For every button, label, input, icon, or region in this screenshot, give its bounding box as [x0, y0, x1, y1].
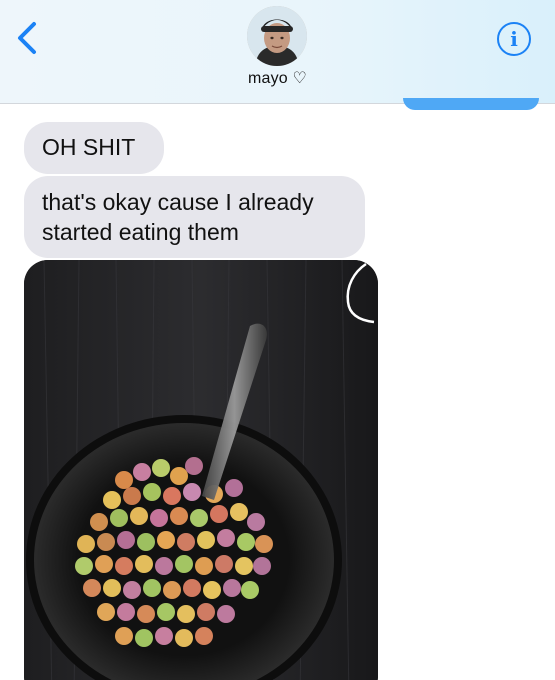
message-text: OH SHIT [42, 134, 136, 160]
incoming-message-bubble[interactable]: OH SHIT [24, 122, 164, 174]
contact-name[interactable]: mayo ♡ [0, 68, 555, 88]
info-icon: i [510, 27, 518, 51]
cereal-bowl-photo [24, 260, 378, 680]
imessage-screen: mayo ♡ i OH SHIT that's okay cause I alr… [0, 0, 555, 680]
contact-avatar[interactable] [247, 6, 307, 66]
conversation-header: mayo ♡ i [0, 0, 555, 104]
info-button[interactable]: i [497, 22, 531, 56]
message-text: that's okay cause I already started eati… [42, 189, 314, 245]
outgoing-message-bubble[interactable] [403, 98, 539, 110]
chevron-left-icon [18, 22, 36, 54]
incoming-photo-message[interactable] [24, 260, 378, 680]
back-button[interactable] [14, 20, 44, 56]
incoming-message-bubble[interactable]: that's okay cause I already started eati… [24, 176, 365, 258]
photo-edge-decoration [346, 262, 375, 324]
